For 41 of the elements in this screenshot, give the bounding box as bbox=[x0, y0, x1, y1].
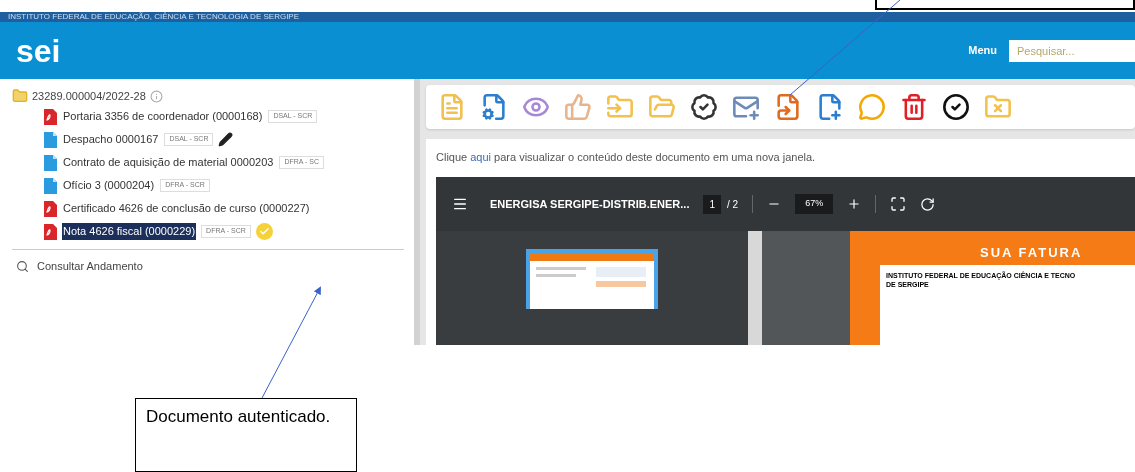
callout-text: Documento autenticado. bbox=[146, 407, 331, 426]
search-icon bbox=[16, 259, 29, 273]
document-link[interactable]: Despacho 0000167 bbox=[62, 131, 160, 148]
zoom-field[interactable]: 67% bbox=[795, 194, 834, 214]
pdf-file-icon bbox=[44, 108, 57, 125]
document-link[interactable]: Ofício 3 (0000204) bbox=[62, 177, 156, 194]
document-link[interactable]: Contrato de aquisição de material 0000203 bbox=[62, 154, 275, 171]
check-circle-icon[interactable] bbox=[942, 93, 970, 121]
process-number[interactable]: 23289.000004/2022-28 bbox=[32, 87, 146, 105]
page-count: / 2 bbox=[727, 197, 739, 212]
document-icon bbox=[44, 154, 57, 171]
pdf-file-icon bbox=[44, 200, 57, 217]
here-link[interactable]: aqui bbox=[470, 151, 492, 163]
menu-icon[interactable] bbox=[452, 196, 468, 212]
document-link[interactable]: Nota 4626 fiscal (0000229) bbox=[62, 223, 197, 240]
thumbs-up-icon[interactable] bbox=[564, 93, 592, 121]
document-link[interactable]: Portaria 3356 de coordenador (0000168) bbox=[62, 108, 264, 125]
mail-icon[interactable] bbox=[732, 93, 760, 121]
document-icon bbox=[44, 177, 57, 194]
document-settings-icon[interactable] bbox=[480, 93, 508, 121]
pdf-file-icon bbox=[44, 223, 57, 240]
institution-name: INSTITUTO FEDERAL DE EDUCAÇÃO, CIÊNCIA E TECNOLOGIA DE SERGIPE bbox=[8, 13, 300, 21]
rotate-icon[interactable] bbox=[920, 196, 936, 212]
trash-icon[interactable] bbox=[900, 93, 928, 121]
zoom-in-icon[interactable] bbox=[847, 197, 862, 211]
info-icon bbox=[149, 89, 163, 103]
open-in-new-window-text: Clique aqui para visualizar o conteúdo deste documento em uma nova janela. bbox=[436, 150, 817, 165]
verified-badge-icon[interactable] bbox=[690, 93, 718, 121]
folder-icon bbox=[12, 88, 28, 104]
page-thumbnail[interactable] bbox=[526, 249, 658, 309]
menu-item[interactable]: Consultar Andamento bbox=[37, 257, 143, 275]
menu-link[interactable]: Menu bbox=[968, 42, 997, 59]
pdf-title: ENERGISA SERGIPE-DISTRIB.ENER... bbox=[490, 196, 690, 212]
file-arrow-icon[interactable] bbox=[774, 93, 802, 121]
sei-logo[interactable]: sei bbox=[16, 34, 61, 67]
document-link[interactable]: Certificado 4626 de conclusão de curso (0000227) bbox=[62, 200, 311, 217]
fit-page-icon[interactable] bbox=[890, 196, 907, 212]
search-field[interactable]: Pesquisar... bbox=[1009, 39, 1135, 62]
page-heading: SUA FATURA bbox=[979, 244, 1084, 262]
page-number-field[interactable]: 1 bbox=[703, 194, 722, 214]
document-icon bbox=[44, 131, 57, 148]
